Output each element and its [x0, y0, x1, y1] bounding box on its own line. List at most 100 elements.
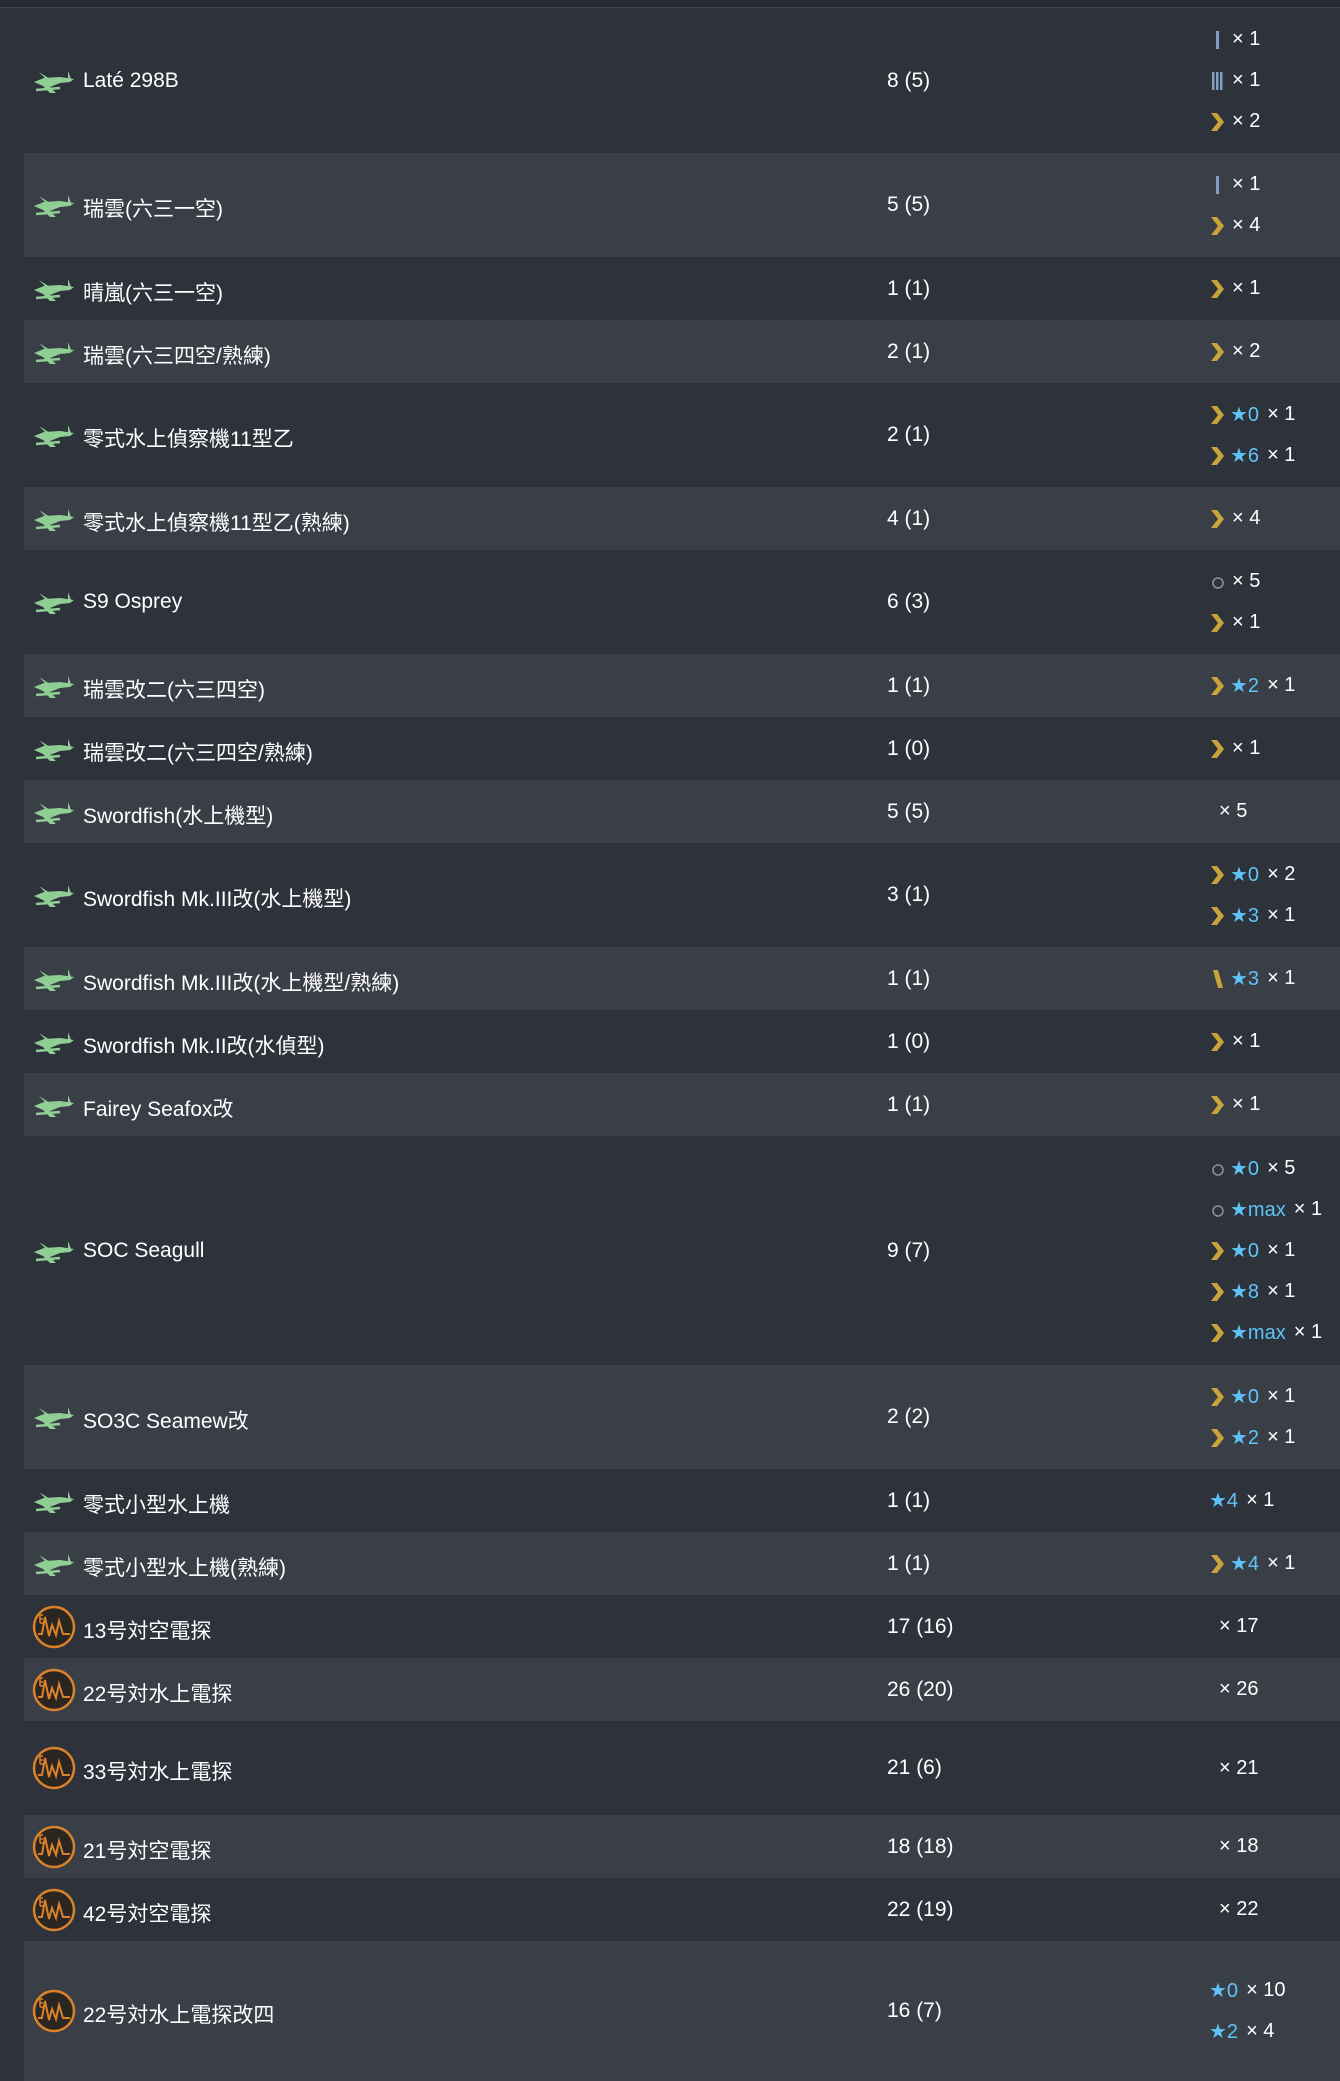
improvement-variant: ★max × 1 — [1209, 1312, 1340, 1353]
variant-count: × 5 — [1232, 570, 1261, 592]
seaplane-icon — [30, 328, 78, 376]
improvement-breakdown: × 1 — [1209, 1084, 1340, 1125]
equipment-row[interactable]: 零式水上偵察機11型乙(熟練) 4 (1) × 4 — [24, 487, 1340, 550]
variant-count: × 1 — [1232, 737, 1261, 759]
equipment-row[interactable]: 21号対空電探 18 (18) × 18 — [24, 1815, 1340, 1878]
improvement-variant: × 5 — [1209, 791, 1340, 832]
equipment-name: 零式小型水上機 — [83, 1494, 230, 1517]
equipment-row[interactable]: 零式小型水上機(熟練) 1 (1) ★4 × 1 — [24, 1532, 1340, 1595]
equipment-row[interactable]: Laté 298B 8 (5) × 1 × 1 × 2 — [24, 8, 1340, 153]
proficiency-1-icon — [1209, 174, 1227, 196]
variant-count: × 1 — [1293, 1321, 1323, 1343]
equipment-row[interactable]: Swordfish Mk.III改(水上機型/熟練) 1 (1) ★3 × 1 — [24, 947, 1340, 1010]
improvement-variant: × 1 — [1209, 602, 1340, 643]
equipment-count: 1 (0) — [887, 1030, 931, 1053]
equipment-row[interactable]: 瑞雲(六三四空/熟練) 2 (1) × 2 — [24, 320, 1340, 383]
equipment-row[interactable]: 零式水上偵察機11型乙 2 (1) ★0 × 1 ★6 × 1 — [24, 383, 1340, 487]
proficiency-slash-icon — [1209, 968, 1227, 990]
equipment-name: 21号対空電探 — [83, 1840, 212, 1863]
equipment-row[interactable]: 晴嵐(六三一空) 1 (1) × 1 — [24, 257, 1340, 320]
equipment-row[interactable]: Swordfish(水上機型) 5 (5) × 5 — [24, 780, 1340, 843]
variant-count: × 4 — [1246, 2020, 1275, 2042]
improvement-variant: × 1 — [1209, 1084, 1340, 1125]
equipment-row[interactable]: 22号対水上電探改四 16 (7) ★0 × 10 ★2 × 4 — [24, 1941, 1340, 2081]
proficiency-chevron-icon — [1209, 1386, 1227, 1408]
star-level: ★0 — [1230, 1386, 1260, 1408]
variant-count: × 22 — [1219, 1898, 1259, 1920]
equipment-row[interactable]: 零式小型水上機 1 (1) ★4 × 1 — [24, 1469, 1340, 1532]
radar-icon — [30, 1823, 78, 1871]
seaplane-icon — [30, 871, 78, 919]
variant-count: × 18 — [1219, 1835, 1259, 1857]
variant-count: × 1 — [1293, 1198, 1323, 1220]
variant-count: × 5 — [1219, 800, 1248, 822]
improvement-variant: ★8 × 1 — [1209, 1271, 1340, 1312]
improvement-breakdown: ★2 × 1 — [1209, 665, 1340, 706]
equipment-name: 瑞雲改二(六三四空) — [83, 679, 265, 702]
proficiency-chevron-icon — [1209, 738, 1227, 760]
equipment-count: 8 (5) — [887, 69, 931, 92]
variant-count: × 1 — [1232, 1093, 1261, 1115]
equipment-name: 晴嵐(六三一空) — [83, 282, 223, 305]
variant-count: × 1 — [1232, 1030, 1261, 1052]
seaplane-icon — [30, 662, 78, 710]
star-level: ★0 — [1209, 1980, 1239, 2002]
equipment-row[interactable]: Swordfish Mk.II改(水偵型) 1 (0) × 1 — [24, 1010, 1340, 1073]
variant-count: × 1 — [1246, 1489, 1275, 1511]
star-level: ★4 — [1209, 1490, 1239, 1512]
equipment-row[interactable]: 瑞雲(六三一空) 5 (5) × 1 × 4 — [24, 153, 1340, 257]
radar-icon — [30, 1886, 78, 1934]
improvement-variant: × 17 — [1209, 1606, 1340, 1647]
equipment-row[interactable]: Swordfish Mk.III改(水上機型) 3 (1) ★0 × 2 ★3 × 1 — [24, 843, 1340, 947]
improvement-variant: ★3 × 1 — [1209, 958, 1340, 999]
equipment-row[interactable]: Fairey Seafox改 1 (1) × 1 — [24, 1073, 1340, 1136]
proficiency-chevron-icon — [1209, 864, 1227, 886]
proficiency-chevron-icon — [1209, 445, 1227, 467]
improvement-breakdown: × 18 — [1209, 1826, 1340, 1867]
equipment-row[interactable]: SO3C Seamew改 2 (2) ★0 × 1 ★2 × 1 — [24, 1365, 1340, 1469]
improvement-variant: × 22 — [1209, 1889, 1340, 1930]
improvement-breakdown: × 22 — [1209, 1889, 1340, 1930]
variant-count: × 2 — [1232, 340, 1261, 362]
improvement-variant: × 5 — [1209, 561, 1340, 602]
variant-count: × 17 — [1219, 1615, 1259, 1637]
seaplane-icon — [30, 1393, 78, 1441]
radar-icon — [30, 1666, 78, 1714]
improvement-variant: ★2 × 1 — [1209, 1417, 1340, 1458]
equipment-row[interactable]: 33号対水上電探 21 (6) × 21 — [24, 1721, 1340, 1815]
proficiency-chevron-icon — [1209, 675, 1227, 697]
improvement-variant: ★0 × 10 — [1209, 1970, 1340, 2011]
proficiency-chevron-icon — [1209, 1322, 1227, 1344]
proficiency-chevron-icon — [1209, 612, 1227, 634]
seaplane-icon — [30, 955, 78, 1003]
improvement-variant: × 1 — [1209, 60, 1340, 101]
equipment-name: SOC Seagull — [83, 1239, 205, 1262]
proficiency-chevron-icon — [1209, 341, 1227, 363]
equipment-name: Swordfish(水上機型) — [83, 805, 274, 828]
improvement-variant: × 1 — [1209, 1021, 1340, 1062]
seaplane-icon — [30, 1081, 78, 1129]
improvement-variant: ★4 × 1 — [1209, 1543, 1340, 1584]
equipment-count: 1 (1) — [887, 1552, 931, 1575]
proficiency-chevron-icon — [1209, 1427, 1227, 1449]
top-divider — [0, 0, 1340, 8]
equipment-count: 17 (16) — [887, 1615, 954, 1638]
variant-count: × 1 — [1267, 674, 1296, 696]
improvement-variant: ★0 × 1 — [1209, 1230, 1340, 1271]
equipment-row[interactable]: S9 Osprey 6 (3) × 5 × 1 — [24, 550, 1340, 654]
variant-count: × 21 — [1219, 1757, 1259, 1779]
equipment-row[interactable]: 22号対水上電探 26 (20) × 26 — [24, 1658, 1340, 1721]
improvement-variant: × 2 — [1209, 101, 1340, 142]
equipment-count: 2 (2) — [887, 1405, 931, 1428]
equipment-row[interactable]: 瑞雲改二(六三四空/熟練) 1 (0) × 1 — [24, 717, 1340, 780]
improvement-variant: ★3 × 1 — [1209, 895, 1340, 936]
star-level: ★0 — [1230, 404, 1260, 426]
equipment-row[interactable]: 42号対空電探 22 (19) × 22 — [24, 1878, 1340, 1941]
variant-count: × 1 — [1267, 1280, 1296, 1302]
equipment-row[interactable]: SOC Seagull 9 (7) ★0 × 5 ★max × 1 ★0 × 1 ★8 × 1 ★m… — [24, 1136, 1340, 1365]
seaplane-icon — [30, 411, 78, 459]
equipment-row[interactable]: 瑞雲改二(六三四空) 1 (1) ★2 × 1 — [24, 654, 1340, 717]
proficiency-3-icon — [1209, 70, 1227, 92]
equipment-row[interactable]: 13号対空電探 17 (16) × 17 — [24, 1595, 1340, 1658]
equipment-count: 1 (0) — [887, 737, 931, 760]
